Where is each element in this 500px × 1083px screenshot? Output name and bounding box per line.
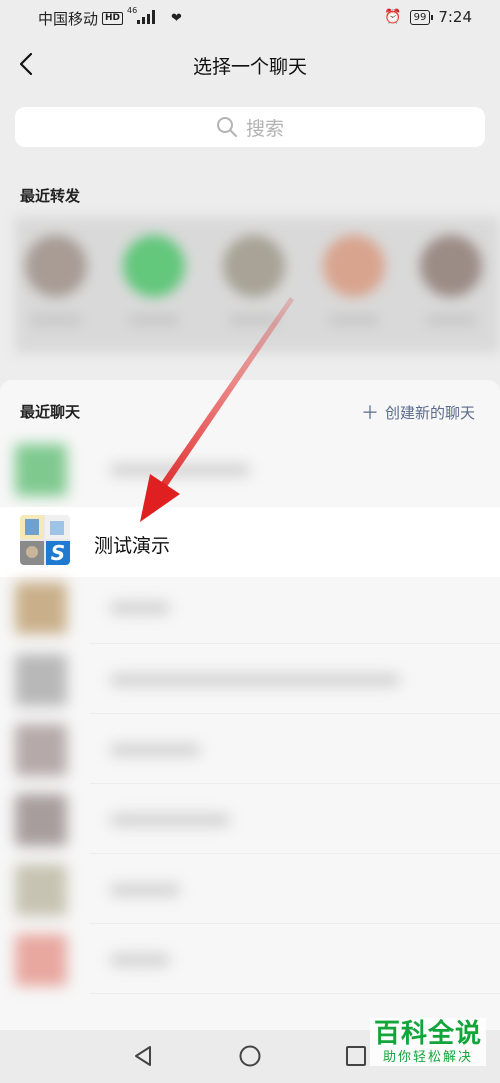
group-avatar: S (20, 515, 70, 565)
row-divider (90, 853, 500, 854)
watermark-title: 百科全说 (373, 1019, 482, 1049)
health-heart-icon: ❤ (171, 11, 182, 26)
status-left: 中国移动 HD 46 ❤ (38, 6, 182, 29)
row-divider (90, 713, 500, 714)
nav-recents-icon[interactable] (344, 1044, 368, 1068)
recent-forward-strip[interactable] (15, 217, 500, 353)
forward-avatar[interactable] (123, 235, 185, 297)
plus-icon: ＋ (360, 403, 379, 424)
chat-row-highlighted[interactable] (0, 507, 500, 577)
forward-avatar[interactable] (223, 235, 285, 297)
forward-avatar[interactable] (323, 235, 385, 297)
row-divider (90, 993, 500, 994)
clock-label: 7:24 (438, 8, 472, 26)
forward-name (329, 315, 379, 325)
search-placeholder: 搜索 (245, 117, 284, 140)
forward-name (229, 315, 279, 325)
nav-back-icon[interactable] (132, 1044, 154, 1068)
recent-chats-label: 最近聊天 (20, 403, 81, 421)
carrier-label: 中国移动 (38, 10, 99, 28)
search-input[interactable]: 搜索 (15, 107, 485, 147)
chat-row-blurred[interactable] (15, 650, 435, 710)
alarm-icon: ⏰ (384, 9, 402, 25)
row-divider (90, 783, 500, 784)
recent-forward-label: 最近转发 (20, 187, 81, 205)
battery-icon: 99 (409, 9, 434, 25)
nav-home-icon[interactable] (238, 1044, 262, 1068)
create-new-chat-button[interactable]: ＋ 创建新的聊天 (361, 399, 475, 425)
forward-name (31, 315, 81, 325)
row-divider (90, 923, 500, 924)
search-icon (216, 117, 237, 137)
chat-row-blurred[interactable] (15, 440, 435, 500)
status-right: ⏰ 99 7:24 (384, 8, 472, 26)
chat-row-blurred[interactable] (15, 860, 435, 920)
forward-avatar[interactable] (25, 235, 87, 297)
watermark-logo: 百科全说 助你轻松解决 (370, 1018, 486, 1066)
chat-name: 测试演示 (94, 535, 171, 557)
signal-icon: 46 (127, 6, 167, 27)
forward-name (426, 315, 476, 325)
row-divider (90, 643, 500, 644)
forward-avatar[interactable] (420, 235, 482, 297)
chat-row-blurred[interactable] (15, 578, 435, 638)
svg-text:S: S (51, 541, 65, 565)
create-new-chat-label: 创建新的聊天 (384, 403, 475, 422)
chat-row-blurred[interactable] (15, 930, 435, 990)
status-bar: 中国移动 HD 46 ❤ ⏰ 99 7:24 (0, 0, 500, 36)
watermark-subtitle: 助你轻松解决 (382, 1050, 473, 1065)
forward-name (129, 315, 179, 325)
hd-badge: HD (102, 12, 124, 25)
page-title: 选择一个聊天 (192, 56, 307, 78)
network-type-label: 46 (127, 6, 138, 15)
chat-row-blurred[interactable] (15, 720, 435, 780)
chat-row-blurred[interactable] (15, 790, 435, 850)
